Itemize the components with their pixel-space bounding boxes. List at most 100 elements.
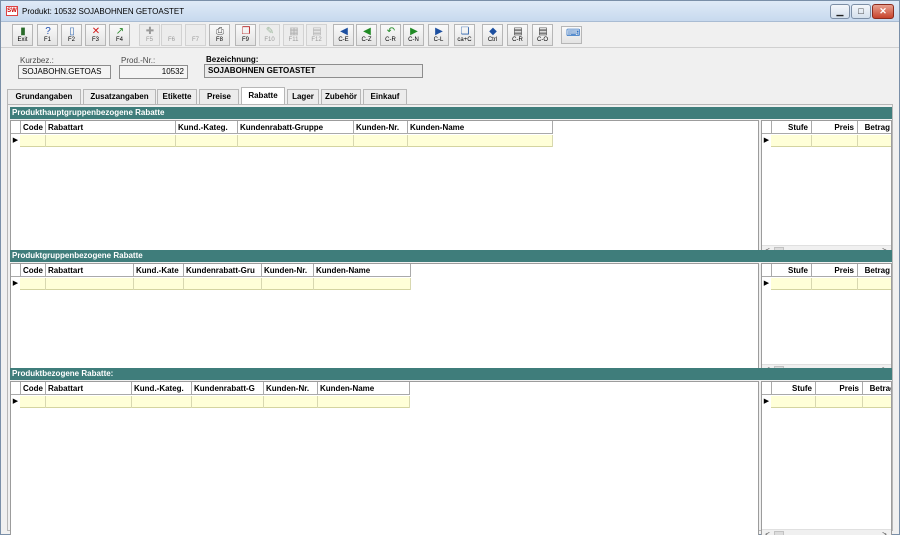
row-header-cell[interactable] <box>762 264 772 277</box>
toolbar-button-c-r-15[interactable]: ↶ C-R <box>380 24 401 46</box>
column-header[interactable]: Stufe <box>772 264 812 277</box>
column-header[interactable]: Preis <box>816 382 863 395</box>
title-bar[interactable]: SW Produkt: 10532 SOJABOHNEN GETOASTET ▁… <box>1 1 899 22</box>
column-header[interactable]: Stufe <box>772 121 812 134</box>
table-cell[interactable] <box>46 396 132 408</box>
row-header-cell[interactable] <box>762 121 772 134</box>
horizontal-scrollbar[interactable]: <> <box>762 529 891 535</box>
table-cell[interactable] <box>408 135 553 147</box>
maximize-button[interactable]: □ <box>851 4 871 19</box>
prodnr-field[interactable]: 10532 <box>119 65 188 79</box>
column-header[interactable]: Code <box>21 264 46 277</box>
toolbar-button-f4-4[interactable]: ↗ F4 <box>109 24 130 46</box>
discount-grid[interactable]: Code Rabattart Kund.-Kateg. Kundenrabatt-Gr… <box>10 120 759 257</box>
staffel-grid[interactable]: StufePreisBetrag▶<> <box>761 381 892 535</box>
column-header[interactable]: Rabattart <box>46 264 134 277</box>
row-header-cell[interactable] <box>11 121 21 134</box>
column-header[interactable]: Kunden-Nr. <box>262 264 314 277</box>
table-row[interactable] <box>762 278 891 290</box>
toolbar-button-c-o-21[interactable]: ▤ C-O <box>532 24 553 46</box>
column-header[interactable]: Kundenrabatt-G <box>192 382 264 395</box>
table-cell[interactable] <box>134 278 184 290</box>
table-cell[interactable] <box>816 396 863 408</box>
toolbar-button-c-l-17[interactable]: ▶ C-L <box>428 24 449 46</box>
table-cell[interactable] <box>176 135 238 147</box>
column-header[interactable]: Preis <box>812 264 858 277</box>
staffel-grid[interactable]: StufePreisBetrag▶<> <box>761 263 892 376</box>
table-row[interactable] <box>11 135 553 147</box>
table-cell[interactable] <box>21 278 46 290</box>
table-cell[interactable] <box>21 135 46 147</box>
column-header[interactable]: Kundenrabatt-Gru <box>184 264 262 277</box>
scroll-thumb[interactable] <box>774 531 784 535</box>
table-cell[interactable] <box>354 135 408 147</box>
table-cell[interactable] <box>262 278 314 290</box>
toolbar-button-f9-9[interactable]: ❐ F9 <box>235 24 256 46</box>
table-cell[interactable] <box>264 396 318 408</box>
discount-grid[interactable]: Code Rabattart Kund.-Kate Kundenrabatt-Gru K… <box>10 263 759 376</box>
table-cell[interactable] <box>21 396 46 408</box>
table-cell[interactable] <box>184 278 262 290</box>
staffel-grid[interactable]: StufePreisBetrag▶<> <box>761 120 892 257</box>
tab-etikette[interactable]: Etikette <box>157 89 197 104</box>
table-cell[interactable] <box>772 135 812 147</box>
kurzbez-field[interactable]: SOJABOHN.GETOAS <box>18 65 111 79</box>
table-cell[interactable] <box>132 396 192 408</box>
toolbar-button-f1-1[interactable]: ? F1 <box>37 24 58 46</box>
table-row[interactable] <box>11 396 410 408</box>
column-header[interactable]: Kund.-Kate <box>134 264 184 277</box>
tab-preise[interactable]: Preise <box>199 89 239 104</box>
column-header[interactable]: Kunden-Name <box>314 264 411 277</box>
tab-einkauf[interactable]: Einkauf <box>363 89 407 104</box>
column-header[interactable]: Betrag <box>863 382 891 395</box>
column-header[interactable]: Kunden-Name <box>408 121 553 134</box>
discount-grid[interactable]: Code Rabattart Kund.-Kateg. Kundenrabatt-G K… <box>10 381 759 535</box>
close-button[interactable]: ✕ <box>872 4 894 19</box>
table-cell[interactable] <box>46 278 134 290</box>
table-cell[interactable] <box>772 396 816 408</box>
table-cell[interactable] <box>863 396 891 408</box>
column-header[interactable]: Stufe <box>772 382 816 395</box>
bezeichnung-field[interactable]: SOJABOHNEN GETOASTET <box>204 64 423 78</box>
column-header[interactable]: Kund.-Kateg. <box>176 121 238 134</box>
toolbar-button-ctrl-19[interactable]: ◆ Ctrl <box>482 24 503 46</box>
table-row[interactable] <box>762 135 891 147</box>
column-header[interactable]: Kund.-Kateg. <box>132 382 192 395</box>
column-header[interactable]: Code <box>21 382 46 395</box>
tab-zubeh-r[interactable]: Zubehör <box>321 89 361 104</box>
table-cell[interactable] <box>812 278 858 290</box>
table-cell[interactable] <box>858 135 891 147</box>
table-cell[interactable] <box>318 396 410 408</box>
tab-zusatzangaben[interactable]: Zusatzangaben <box>83 89 156 104</box>
tab-rabatte[interactable]: Rabatte <box>241 87 285 104</box>
column-header[interactable]: Rabattart <box>46 382 132 395</box>
toolbar-button-c-z-14[interactable]: ◀ C-Z <box>356 24 377 46</box>
toolbar-button-exit-0[interactable]: ▮ Exit <box>12 24 33 46</box>
table-cell[interactable] <box>46 135 176 147</box>
toolbar-button-keyboard-22[interactable]: ⌨ <box>561 26 582 44</box>
scroll-left-icon[interactable]: < <box>762 530 773 535</box>
column-header[interactable]: Kunden-Nr. <box>264 382 318 395</box>
toolbar-button-c-r-20[interactable]: ▤ C-R <box>507 24 528 46</box>
table-cell[interactable] <box>192 396 264 408</box>
scroll-right-icon[interactable]: > <box>879 530 890 535</box>
row-header-cell[interactable] <box>762 382 772 395</box>
toolbar-button-c-n-16[interactable]: ▶ C-N <box>403 24 424 46</box>
row-header-cell[interactable] <box>11 382 21 395</box>
toolbar-button-ca-c-18[interactable]: ❏ ca+C <box>454 24 475 46</box>
column-header[interactable]: Rabattart <box>46 121 176 134</box>
column-header[interactable]: Kundenrabatt-Gruppe <box>238 121 354 134</box>
table-row[interactable] <box>11 278 411 290</box>
column-header[interactable]: Preis <box>812 121 858 134</box>
table-cell[interactable] <box>858 278 891 290</box>
toolbar-button-c-e-13[interactable]: ◀ C-E <box>333 24 354 46</box>
table-cell[interactable] <box>238 135 354 147</box>
column-header[interactable]: Betrag <box>858 121 891 134</box>
toolbar-button-f2-2[interactable]: ▯ F2 <box>61 24 82 46</box>
tab-lager[interactable]: Lager <box>287 89 319 104</box>
toolbar-button-f8-8[interactable]: ⎙ F8 <box>209 24 230 46</box>
table-row[interactable] <box>762 396 891 408</box>
column-header[interactable]: Code <box>21 121 46 134</box>
table-cell[interactable] <box>314 278 411 290</box>
table-cell[interactable] <box>772 278 812 290</box>
